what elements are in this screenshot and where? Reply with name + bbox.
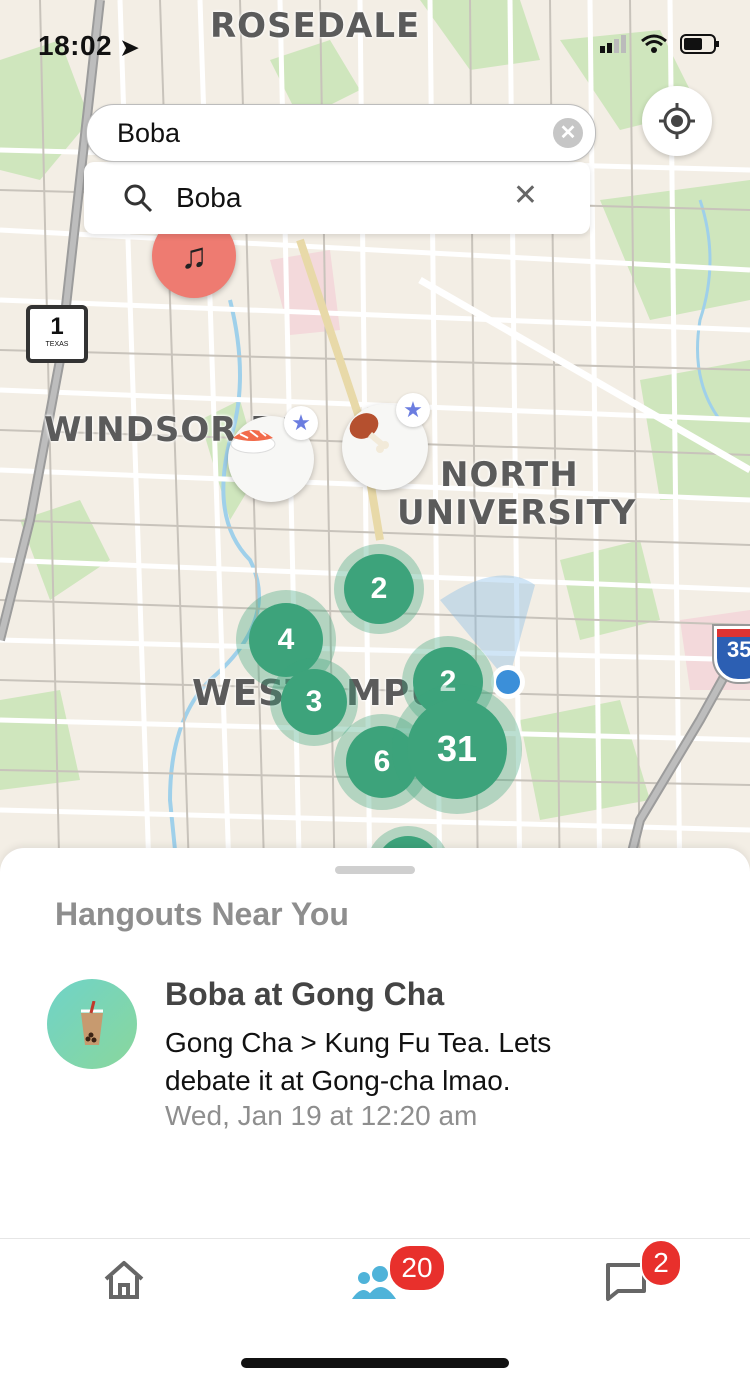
meat-on-bone-icon [349, 413, 389, 453]
sheet-title: Hangouts Near You [55, 896, 349, 932]
search-pill-text: Boba [117, 118, 181, 148]
cluster-count: 3 [305, 685, 323, 718]
hangout-cluster[interactable]: 31 [392, 684, 522, 814]
home-icon [104, 1261, 144, 1299]
cluster-count: 31 [436, 728, 478, 769]
music-notes-icon: ♫ [180, 235, 208, 276]
cluster-count: 6 [373, 745, 391, 778]
status-bar: 18:02 ➤ [0, 0, 750, 90]
search-icon [124, 184, 153, 213]
interstate-shield: 35 [714, 626, 750, 682]
hangout-title: Boba at Gong Cha [165, 976, 445, 1012]
cluster-count: 4 [277, 623, 295, 656]
highway-state: TEXAS [45, 341, 69, 348]
crosshair-icon [659, 103, 695, 139]
location-arrow-icon: ➤ [120, 35, 140, 60]
hangout-cluster[interactable]: 2 [334, 544, 424, 634]
locate-me-button[interactable] [642, 86, 712, 156]
signal-icon [600, 35, 626, 53]
favorite-star-icon: ★ [284, 406, 318, 440]
hangout-time: Wed, Jan 19 at 12:20 am [165, 1100, 478, 1131]
status-time: 18:02 ➤ [38, 30, 140, 61]
sushi-icon [230, 430, 276, 454]
status-icons [600, 34, 720, 54]
map-label-north: NORTH [440, 455, 579, 495]
search-input-text: Boba [176, 182, 242, 213]
map-label-university: UNIVERSITY [397, 493, 637, 533]
hangout-description: Gong Cha > Kung Fu Tea. Lets debate it a… [165, 1027, 552, 1096]
battery-icon [680, 34, 719, 54]
tab-bar: 20 2 [0, 1238, 750, 1381]
highway-number: 1 [50, 313, 64, 340]
messages-badge: 2 [640, 1239, 682, 1287]
wifi-icon [641, 34, 667, 53]
search-input[interactable]: Boba ✕ [84, 162, 590, 234]
home-indicator [241, 1358, 509, 1368]
favorite-star-icon: ★ [396, 393, 430, 427]
close-icon[interactable]: ✕ [513, 178, 538, 213]
cluster-count: 2 [370, 572, 388, 605]
search-pill[interactable]: Boba ✕ [86, 104, 596, 162]
sheet-grabber[interactable] [335, 866, 415, 874]
clear-search-icon[interactable]: ✕ [553, 118, 583, 148]
bubble-tea-icon [81, 1001, 103, 1045]
hangout-avatar [47, 979, 137, 1069]
highway-shield: 1 TEXAS [26, 305, 88, 363]
tab-home[interactable] [102, 1259, 146, 1306]
interstate-number: 35 [727, 637, 750, 662]
people-badge: 20 [388, 1244, 446, 1292]
